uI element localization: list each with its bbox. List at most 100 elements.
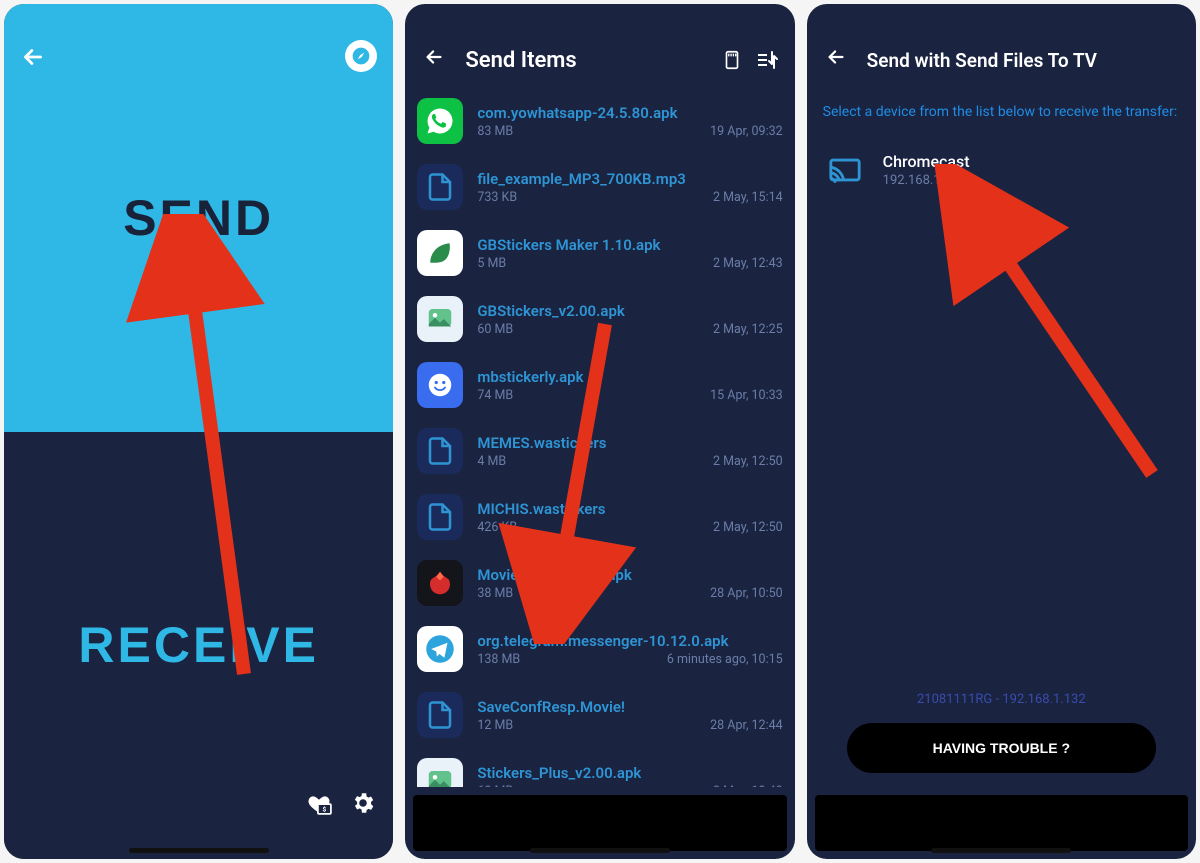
file-meta: 733 KB 2 May, 15:14: [477, 190, 782, 205]
instruction-text: Select a device from the list below to r…: [807, 88, 1196, 144]
file-row[interactable]: file_example_MP3_700KB.mp3 733 KB 2 May, 1…: [413, 154, 786, 220]
file-info: file_example_MP3_700KB.mp3 733 KB 2 May, 1…: [463, 170, 782, 205]
file-size: 733 KB: [477, 190, 517, 205]
file-meta: 12 MB28 Apr, 12:44: [477, 718, 782, 733]
file-info: GBStickers_v2.00.apk 60 MB 2 May, 12:25: [463, 302, 782, 337]
file-row[interactable]: GBStickers_v2.00.apk 60 MB 2 May, 12:25: [413, 286, 786, 352]
device-ip: 192.168.1.140: [883, 173, 970, 188]
screen-title: Send with Send Files To TV: [855, 49, 1186, 72]
back-icon[interactable]: [415, 46, 453, 74]
back-icon[interactable]: [20, 44, 46, 77]
file-meta: 4 MB2 May, 12:50: [477, 454, 782, 469]
file-size: 60 MB: [477, 784, 513, 788]
file-row[interactable]: GBStickers Maker 1.10.apk 5 MB 2 May, 12:4…: [413, 220, 786, 286]
send-label: SEND: [123, 189, 274, 247]
file-info: com.yowhatsapp-24.5.80.apk 83 MB 19 Apr, 0…: [463, 104, 782, 139]
nav-handle[interactable]: [530, 848, 670, 853]
file-info: MEMES.wastickers4 MB2 May, 12:50: [463, 434, 782, 469]
back-icon[interactable]: [817, 46, 855, 74]
file-name: MoviePlus.android.apk: [477, 566, 782, 584]
file-info: SaveConfResp.Movie! 12 MB28 Apr, 12:44: [463, 698, 782, 733]
file-time: 19 Apr, 09:32: [710, 124, 783, 139]
cast-icon: [823, 153, 867, 187]
screen-select-device: Send with Send Files To TV Select a devi…: [807, 4, 1196, 859]
file-row[interactable]: org.telegram.messenger-10.12.0.apk 138 MB…: [413, 616, 786, 682]
file-name: file_example_MP3_700KB.mp3: [477, 170, 782, 188]
file-info: org.telegram.messenger-10.12.0.apk 138 MB…: [463, 632, 782, 667]
file-icon: [417, 428, 463, 474]
file-icon: [417, 164, 463, 210]
nav-handle[interactable]: [931, 848, 1071, 853]
file-meta: 74 MB 15 Apr, 10:33: [477, 388, 782, 403]
smiley-icon: [417, 362, 463, 408]
file-meta: 138 MB 6 minutes ago, 10:15: [477, 652, 782, 667]
picture-icon: [417, 758, 463, 787]
file-meta: 60 MB 2 May, 12:25: [477, 322, 782, 337]
screen-send-items: Send Items com.yowhatsapp-24.5.80.apk 83 …: [405, 4, 794, 859]
file-list[interactable]: com.yowhatsapp-24.5.80.apk 83 MB 19 Apr, 0…: [405, 88, 794, 787]
storage-icon[interactable]: [715, 49, 749, 71]
file-time: 2 May, 15:14: [713, 190, 783, 205]
sort-icon[interactable]: [749, 48, 785, 72]
annotation-arrow-3: [922, 164, 1182, 504]
file-row[interactable]: MEMES.wastickers4 MB2 May, 12:50: [413, 418, 786, 484]
file-size: 38 MB: [477, 586, 513, 601]
file-info: mbstickerly.apk 74 MB 15 Apr, 10:33: [463, 368, 782, 403]
file-name: org.telegram.messenger-10.12.0.apk: [477, 632, 782, 650]
file-row[interactable]: MICHIS.wastickers 426 KB2 May, 12:50: [413, 484, 786, 550]
file-meta: 83 MB 19 Apr, 09:32: [477, 124, 782, 139]
having-trouble-button[interactable]: HAVING TROUBLE ?: [847, 723, 1156, 773]
file-size: 5 MB: [477, 256, 506, 271]
ad-banner: [413, 795, 786, 851]
file-meta: 38 MB28 Apr, 10:50: [477, 586, 782, 601]
screen-send-receive: SEND RECEIVE $: [4, 4, 393, 859]
file-time: 2 May, 12:25: [713, 322, 783, 337]
file-row[interactable]: SaveConfResp.Movie! 12 MB28 Apr, 12:44: [413, 682, 786, 748]
file-info: MICHIS.wastickers 426 KB2 May, 12:50: [463, 500, 782, 535]
compass-icon[interactable]: [345, 40, 377, 72]
appbar: Send Items: [405, 32, 794, 88]
file-row[interactable]: MoviePlus.android.apk 38 MB28 Apr, 10:50: [413, 550, 786, 616]
file-size: 60 MB: [477, 322, 513, 337]
svg-text:$: $: [323, 806, 327, 814]
file-size: 74 MB: [477, 388, 513, 403]
device-row[interactable]: Chromecast 192.168.1.140: [807, 144, 1196, 196]
file-time: 6 minutes ago, 10:15: [667, 652, 783, 667]
file-time: 2 May, 12:50: [713, 454, 783, 469]
movie-icon: [417, 560, 463, 606]
file-time: 2 May, 12:43: [713, 256, 783, 271]
file-row[interactable]: Stickers_Plus_v2.00.apk 60 MB 2 May, 12:40: [413, 748, 786, 787]
file-time: 2 May, 12:40: [713, 784, 783, 788]
device-info: Chromecast 192.168.1.140: [867, 152, 970, 188]
file-meta: 426 KB2 May, 12:50: [477, 520, 782, 535]
file-row[interactable]: com.yowhatsapp-24.5.80.apk 83 MB 19 Apr, 0…: [413, 88, 786, 154]
file-name: GBStickers_v2.00.apk: [477, 302, 782, 320]
screen-title: Send Items: [453, 48, 714, 73]
file-time: 15 Apr, 10:33: [710, 388, 783, 403]
donate-icon[interactable]: $: [305, 789, 333, 817]
file-row[interactable]: mbstickerly.apk 74 MB 15 Apr, 10:33: [413, 352, 786, 418]
receive-panel[interactable]: RECEIVE $: [4, 432, 393, 860]
file-name: GBStickers Maker 1.10.apk: [477, 236, 782, 254]
file-time: 2 May, 12:50: [713, 520, 783, 535]
device-name: Chromecast: [883, 152, 970, 171]
file-icon: [417, 494, 463, 540]
telegram-icon: [417, 626, 463, 672]
picture-icon: [417, 296, 463, 342]
file-size: 138 MB: [477, 652, 520, 667]
file-info: Stickers_Plus_v2.00.apk 60 MB 2 May, 12:40: [463, 764, 782, 788]
file-name: com.yowhatsapp-24.5.80.apk: [477, 104, 782, 122]
file-meta: 60 MB 2 May, 12:40: [477, 784, 782, 788]
ad-banner: [815, 795, 1188, 851]
appbar: Send with Send Files To TV: [807, 32, 1196, 88]
leaf-icon: [417, 230, 463, 276]
send-panel[interactable]: SEND: [4, 4, 393, 432]
nav-handle[interactable]: [129, 848, 269, 853]
file-name: Stickers_Plus_v2.00.apk: [477, 764, 782, 782]
file-name: SaveConfResp.Movie!: [477, 698, 782, 716]
file-name: MICHIS.wastickers: [477, 500, 782, 518]
settings-icon[interactable]: [349, 789, 377, 817]
file-size: 83 MB: [477, 124, 513, 139]
file-name: mbstickerly.apk: [477, 368, 782, 386]
bottom-actions: $: [305, 789, 377, 817]
